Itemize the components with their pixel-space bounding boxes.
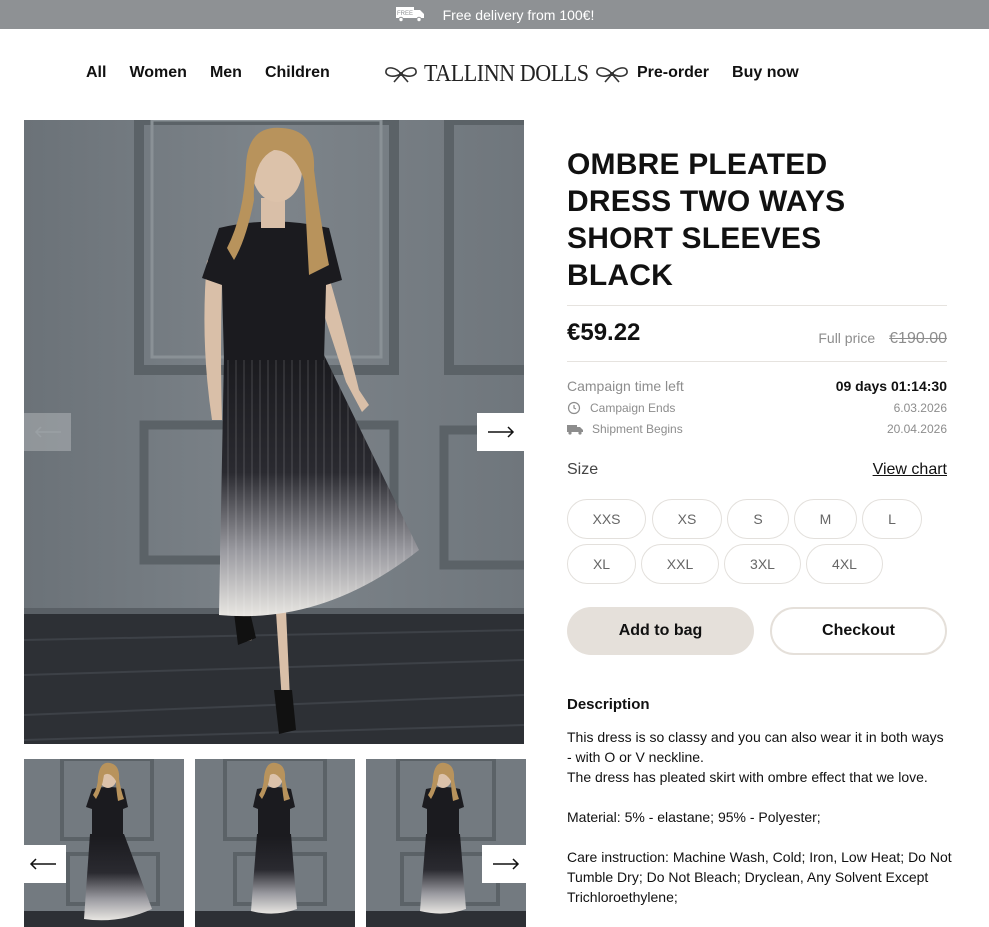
campaign-ends-label: Campaign Ends	[590, 401, 676, 415]
product-title-line: SHORT SLEEVES	[567, 222, 822, 255]
full-price-value: €190.00	[889, 330, 947, 347]
nav-children[interactable]: Children	[265, 64, 330, 82]
size-option-xs[interactable]: XS	[652, 499, 722, 539]
thumbnail-3[interactable]	[366, 759, 526, 927]
product-title: OMBRE PLEATED DRESS TWO WAYS SHORT SLEEV…	[567, 146, 947, 294]
timer-icon	[567, 401, 581, 415]
description-care: Care instruction: Machine Wash, Cold; Ir…	[567, 849, 952, 905]
shipment-date: 20.04.2026	[886, 422, 947, 436]
truck-icon: FREE	[395, 6, 425, 22]
campaign-countdown: 09 days 01:14:30	[835, 378, 947, 394]
divider	[567, 361, 947, 362]
thumbnail-strip	[19, 759, 529, 927]
description-material: Material: 5% - elastane; 95% - Polyester…	[567, 809, 821, 825]
add-to-bag-button[interactable]: Add to bag	[567, 607, 754, 655]
shipment-truck-icon	[567, 425, 583, 435]
image-prev-button[interactable]	[24, 413, 71, 451]
arrow-right-icon	[487, 426, 514, 438]
checkout-button[interactable]: Checkout	[770, 607, 947, 655]
site-logo[interactable]: TALLINN DOLLS	[384, 58, 629, 90]
arrow-left-icon	[34, 426, 61, 438]
thumbnail-1[interactable]	[24, 759, 184, 927]
product-title-line: BLACK	[567, 259, 673, 292]
nav-women[interactable]: Women	[129, 64, 186, 82]
size-option-3xl[interactable]: 3XL	[724, 544, 801, 584]
size-option-4xl[interactable]: 4XL	[806, 544, 883, 584]
image-next-button[interactable]	[477, 413, 524, 451]
product-info: OMBRE PLEATED DRESS TWO WAYS SHORT SLEEV…	[567, 146, 947, 294]
product-title-line: DRESS TWO WAYS	[567, 185, 846, 218]
product-main-image[interactable]	[24, 120, 524, 744]
campaign-ends-row: Campaign Ends 6.03.2026	[567, 401, 947, 415]
view-size-chart-link[interactable]: View chart	[873, 461, 947, 479]
nav-buy-now[interactable]: Buy now	[732, 64, 799, 82]
description-paragraph: The dress has pleated skirt with ombre e…	[567, 769, 928, 785]
main-nav-left: All Women Men Children	[86, 64, 353, 82]
thumbnails-prev-button[interactable]	[19, 845, 66, 883]
size-option-l[interactable]: L	[862, 499, 922, 539]
nav-all[interactable]: All	[86, 64, 106, 82]
description-paragraph: This dress is so classy and you can also…	[567, 729, 944, 765]
size-option-xxs[interactable]: XXS	[567, 499, 646, 539]
campaign-time-label: Campaign time left	[567, 378, 684, 394]
arrow-right-icon	[492, 858, 519, 870]
description-heading: Description	[567, 696, 650, 713]
size-option-s[interactable]: S	[727, 499, 789, 539]
size-option-xxl[interactable]: XXL	[641, 544, 719, 584]
full-price: Full price €190.00	[818, 330, 947, 348]
thumbnails-next-button[interactable]	[482, 845, 529, 883]
size-option-xl[interactable]: XL	[567, 544, 636, 584]
bow-icon	[385, 67, 417, 83]
free-badge: FREE	[397, 11, 413, 17]
nav-pre-order[interactable]: Pre-order	[637, 64, 709, 82]
size-option-m[interactable]: M	[794, 499, 857, 539]
sale-price: €59.22	[567, 319, 641, 346]
promo-text: Free delivery from 100€!	[442, 6, 595, 23]
shipment-label: Shipment Begins	[592, 422, 683, 436]
promo-bar: FREE Free delivery from 100€!	[0, 0, 989, 29]
product-title-line: OMBRE PLEATED	[567, 148, 828, 181]
campaign-ends-date: 6.03.2026	[893, 401, 947, 415]
shipment-row: Shipment Begins 20.04.2026	[567, 422, 947, 436]
divider	[567, 305, 947, 306]
logo-text: TALLINN DOLLS	[424, 60, 589, 87]
bow-icon	[596, 67, 628, 83]
nav-men[interactable]: Men	[210, 64, 242, 82]
thumbnail-2[interactable]	[195, 759, 355, 927]
size-label: Size	[567, 461, 599, 478]
main-nav-right: Pre-order Buy now	[637, 64, 822, 82]
full-price-label: Full price	[818, 330, 876, 346]
description-body: This dress is so classy and you can also…	[567, 727, 952, 907]
campaign-time-row: Campaign time left 09 days 01:14:30	[567, 378, 947, 394]
arrow-left-icon	[29, 858, 56, 870]
